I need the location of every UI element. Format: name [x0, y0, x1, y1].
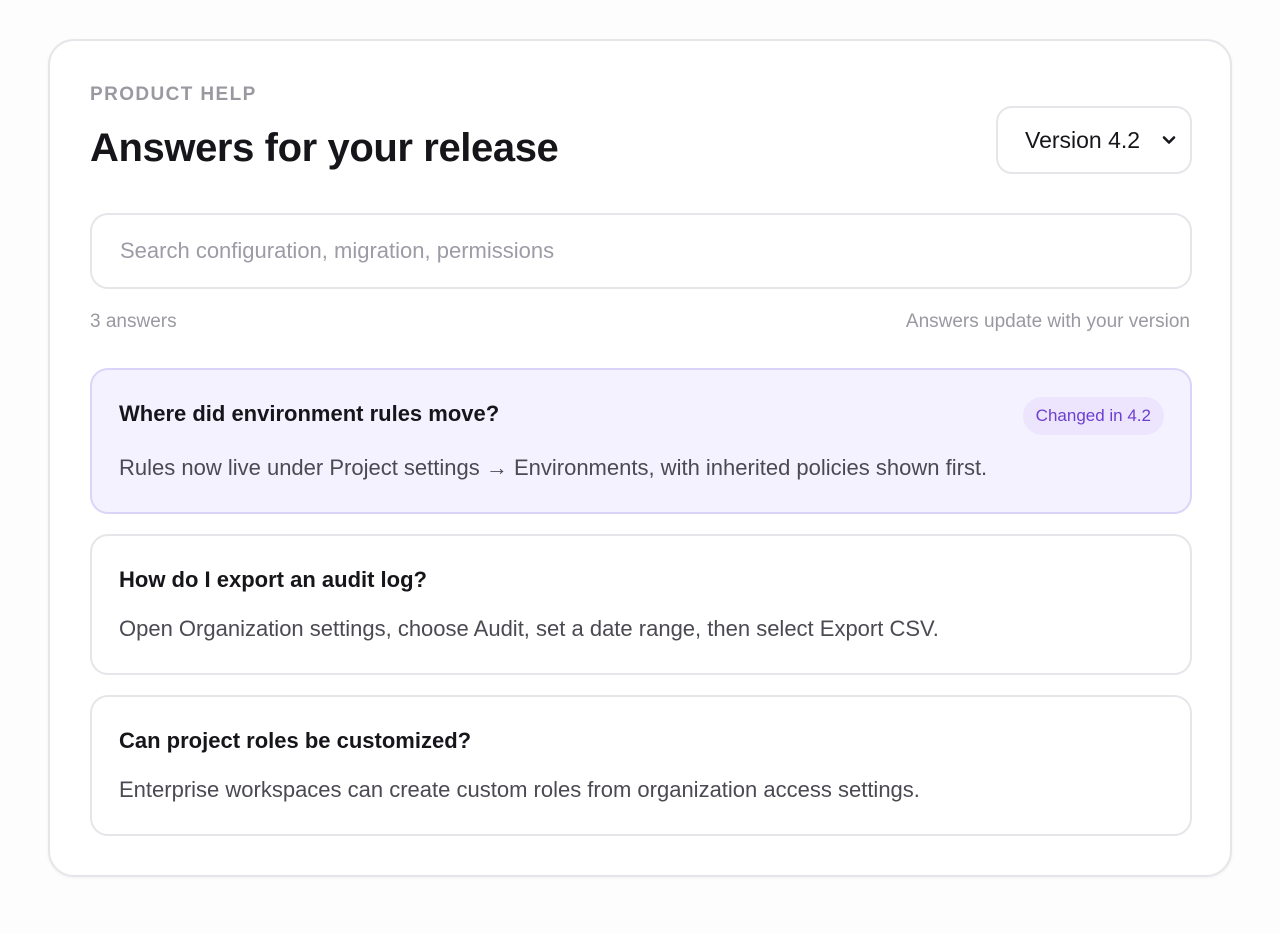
answer-count: 3 answers: [90, 311, 177, 332]
help-card: PRODUCT HELP Answers for your release Ve…: [48, 39, 1232, 877]
faq-question: Can project roles be customized?: [119, 728, 472, 753]
page-title: Answers for your release: [90, 126, 559, 170]
version-select[interactable]: Version 4.2: [996, 106, 1192, 174]
faq-item-project-roles[interactable]: Can project roles be customized? Enterpr…: [90, 695, 1192, 836]
chevron-down-icon: [1162, 133, 1176, 147]
search-box: [90, 213, 1192, 289]
version-select-value: Version 4.2: [1025, 126, 1141, 153]
faq-answer: Enterprise workspaces can create custom …: [119, 777, 920, 802]
faq-question: Where did environment rules move?: [119, 401, 500, 426]
search-input[interactable]: [118, 237, 1164, 265]
section-eyebrow: PRODUCT HELP: [90, 84, 257, 105]
faq-answer: Open Organization settings, choose Audit…: [119, 616, 939, 641]
faq-answer: Rules now live under Project settings → …: [119, 455, 988, 480]
changed-badge: Changed in 4.2: [1022, 397, 1164, 435]
faq-item-audit-log[interactable]: How do I export an audit log? Open Organ…: [90, 534, 1192, 675]
faq-item-environment-rules[interactable]: Where did environment rules move? Change…: [90, 368, 1192, 514]
faq-question: How do I export an audit log?: [119, 567, 427, 592]
version-note: Answers update with your version: [905, 311, 1190, 332]
